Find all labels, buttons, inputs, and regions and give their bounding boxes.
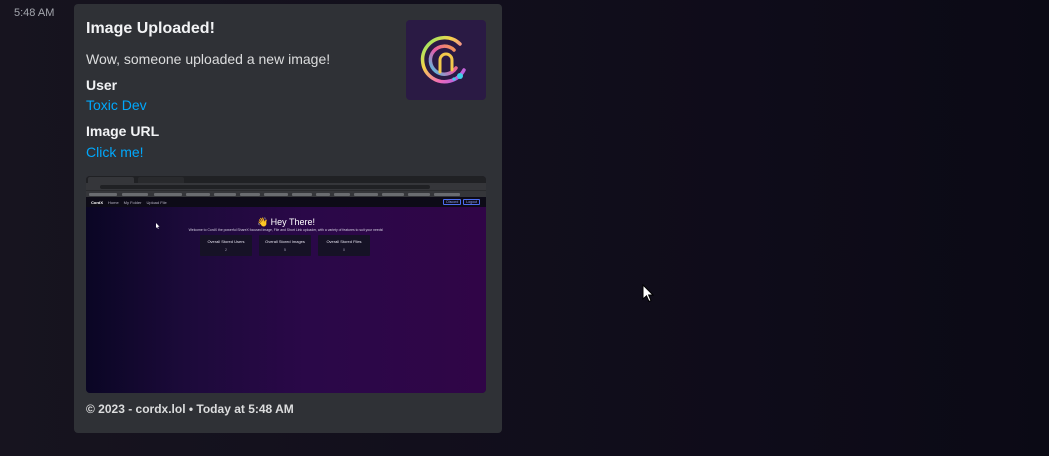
stat-title: Overall Stored Images [265, 239, 305, 244]
site-body: 👋 Hey There! Welcome to CordX the powerf… [86, 207, 486, 393]
site-nav: CordX Home My Folder Upload File Discord… [86, 197, 486, 207]
browser-tab-bar [86, 176, 486, 183]
site-nav-link: Home [108, 199, 119, 205]
site-stats: Overall Stored Users 2 Overall Stored Im… [200, 235, 370, 256]
browser-address-bar [86, 183, 486, 190]
message-timestamp: 5:48 AM [14, 7, 55, 19]
stat-title: Overall Stored Files [326, 239, 362, 244]
field-user-name: User [86, 77, 118, 93]
site-brand: CordX [91, 199, 103, 205]
browser-bookmarks-bar [86, 190, 486, 197]
stat-card: Overall Stored Images 5 [259, 235, 311, 256]
cordx-logo-icon [420, 36, 466, 84]
embed-description: Wow, someone uploaded a new image! [86, 51, 331, 67]
site-welcome-text: Welcome to CordX the powerful ShareX foc… [188, 228, 384, 232]
field-image-url-link[interactable]: Click me! [86, 144, 144, 160]
embed-card: Image Uploaded! Wow, someone uploaded a … [74, 4, 502, 433]
embed-footer: © 2023 - cordx.lol • Today at 5:48 AM [86, 402, 294, 416]
site-discord-button: Discord [443, 199, 462, 205]
field-image-url-name: Image URL [86, 123, 160, 139]
site-nav-link: My Folder [123, 199, 142, 205]
embed-image[interactable]: CordX Home My Folder Upload File Discord… [86, 176, 486, 393]
site-heading: 👋 Hey There! [256, 217, 316, 227]
stat-card: Overall Stored Users 2 [200, 235, 252, 256]
site-logout-button: Logout [463, 199, 480, 205]
stat-title: Overall Stored Users [207, 239, 245, 244]
site-nav-link: Upload File [146, 199, 167, 205]
stat-value: 5 [284, 248, 286, 252]
mouse-cursor-icon [642, 284, 654, 303]
stat-value: 0 [343, 248, 345, 252]
stat-value: 2 [225, 248, 227, 252]
stat-card: Overall Stored Files 0 [318, 235, 370, 256]
embed-title: Image Uploaded! [86, 20, 215, 37]
field-user-link[interactable]: Toxic Dev [86, 97, 147, 113]
embed-thumbnail[interactable] [406, 20, 486, 100]
